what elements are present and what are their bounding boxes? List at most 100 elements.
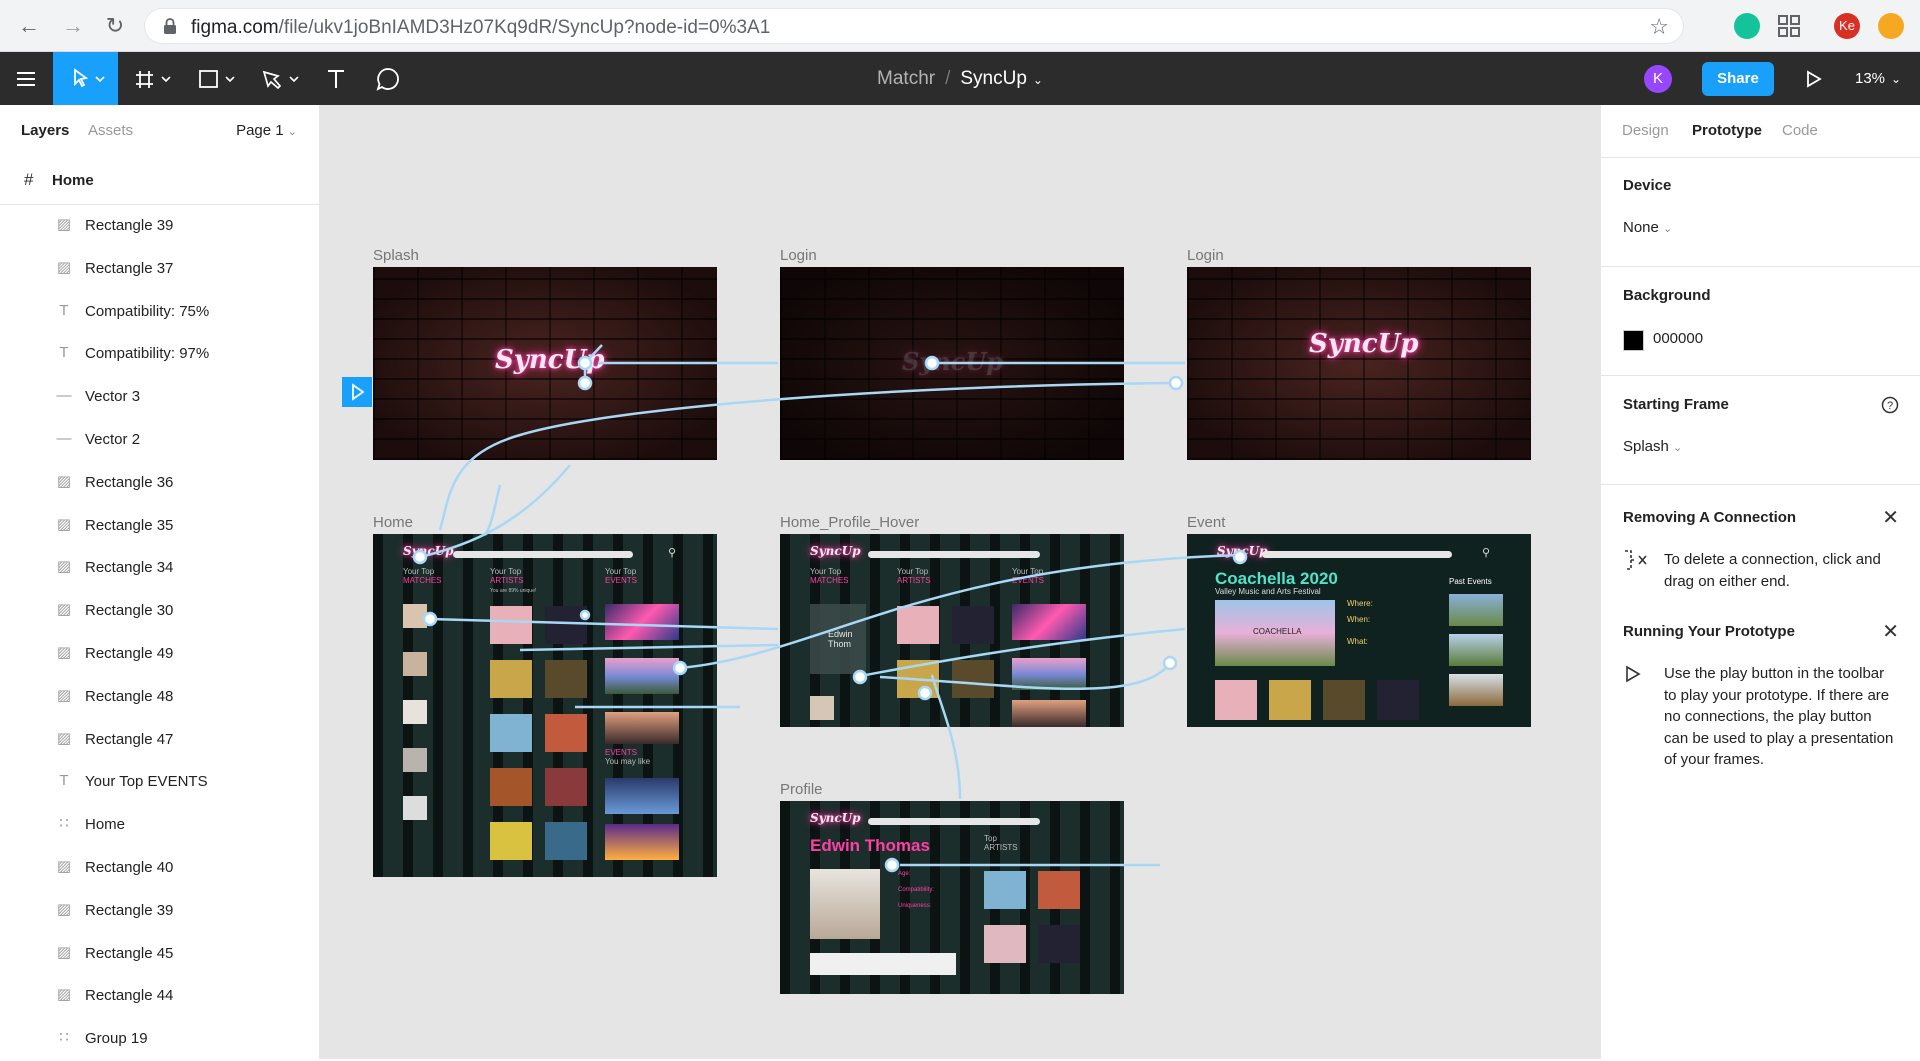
layer-item[interactable]: ▨ Rectangle 34 <box>0 547 320 590</box>
present-play-icon[interactable] <box>1796 52 1832 105</box>
frame-label-login[interactable]: Login <box>780 247 817 264</box>
frame-home[interactable]: SyncUp ⚲ Your Top MATCHES Your Top ARTISTS… <box>373 534 717 877</box>
frame-splash[interactable]: SyncUp <box>373 267 717 460</box>
event-thumb <box>605 824 679 860</box>
layer-item[interactable]: ▨ Rectangle 40 <box>0 847 320 890</box>
canvas[interactable]: Splash Login Login Home Home_Profile_Hov… <box>320 105 1600 1059</box>
layer-frame-home[interactable]: # Home <box>0 157 320 205</box>
extension-icon[interactable] <box>1878 13 1904 39</box>
tab-assets[interactable]: Assets <box>88 122 133 139</box>
syncup-logo: SyncUp <box>810 811 861 825</box>
forward-icon[interactable]: → <box>60 13 86 39</box>
layer-item[interactable]: ▨ Rectangle 30 <box>0 590 320 633</box>
url-text: figma.com/file/ukv1joBnIAMD3Hz07Kq9dR/Sy… <box>191 17 770 39</box>
star-icon[interactable]: ☆ <box>1649 14 1669 40</box>
user-avatar[interactable]: K <box>1644 65 1672 93</box>
frame-event[interactable]: SyncUp ⚲ Coachella 2020 Valley Music and… <box>1187 534 1531 727</box>
layer-item[interactable]: ▨ Rectangle 47 <box>0 719 320 762</box>
image-layer-icon: ▨ <box>56 258 72 276</box>
layer-item[interactable]: ∷ Home <box>0 804 320 847</box>
frame-label-profile[interactable]: Profile <box>780 781 823 798</box>
shape-tool-button[interactable] <box>192 52 244 105</box>
page-selector[interactable]: Page 1 ⌄ <box>236 122 297 139</box>
frame-label-login-2[interactable]: Login <box>1187 247 1224 264</box>
frame-label-splash[interactable]: Splash <box>373 247 419 264</box>
tab-design[interactable]: Design <box>1622 122 1669 139</box>
layer-item[interactable]: ▨ Rectangle 49 <box>0 633 320 676</box>
layer-item[interactable]: ▨ Rectangle 37 <box>0 248 320 291</box>
move-tool-button[interactable] <box>53 52 118 105</box>
back-icon[interactable]: ← <box>16 13 42 39</box>
layer-item[interactable]: T Your Top EVENTS <box>0 761 320 804</box>
artist-thumb <box>1038 871 1080 909</box>
layer-item[interactable]: ▨ Rectangle 35 <box>0 505 320 548</box>
apps-icon[interactable] <box>1776 13 1802 39</box>
hamburger-menu-icon[interactable] <box>0 52 52 105</box>
layer-item[interactable]: T Compatibility: 75% <box>0 291 320 334</box>
image-layer-icon: ▨ <box>56 986 72 1004</box>
layer-item[interactable]: ▨ Rectangle 45 <box>0 933 320 976</box>
past-events-label: Past Events <box>1449 577 1492 586</box>
artist-thumb <box>1269 680 1311 720</box>
title-separator: / <box>945 68 951 89</box>
grammarly-icon[interactable] <box>1734 13 1760 39</box>
profile-uniqueness: Uniqueness: <box>898 903 932 909</box>
profile-artists: ARTISTS <box>984 842 1018 852</box>
frame-label-home[interactable]: Home <box>373 514 413 531</box>
address-bar[interactable]: figma.com/file/ukv1joBnIAMD3Hz07Kq9dR/Sy… <box>144 8 1684 44</box>
close-icon[interactable]: ✕ <box>1882 505 1899 530</box>
past-event-thumb <box>1449 634 1503 666</box>
background-color-swatch[interactable] <box>1623 330 1644 351</box>
image-layer-icon: ▨ <box>56 558 72 576</box>
vector-layer-icon: — <box>56 387 72 405</box>
profile-avatar[interactable]: Ke <box>1834 13 1860 39</box>
layer-item[interactable]: — Vector 2 <box>0 419 320 462</box>
frame-profile[interactable]: SyncUp Edwin Thomas Top ARTISTS Age: Comp… <box>780 801 1124 994</box>
image-layer-icon: ▨ <box>56 900 72 918</box>
chevron-down-icon[interactable]: ⌄ <box>1033 73 1043 87</box>
file-name[interactable]: SyncUp <box>960 68 1027 89</box>
device-dropdown[interactable]: None ⌄ <box>1623 219 1672 236</box>
starting-frame-flag[interactable] <box>342 377 372 407</box>
background-section: Background 000000 <box>1601 266 1920 375</box>
artist-thumb <box>984 925 1026 963</box>
layer-item[interactable]: ▨ Rectangle 44 <box>0 975 320 1018</box>
layer-item[interactable]: ▨ Rectangle 39 <box>0 205 320 248</box>
artist-thumb <box>490 606 532 644</box>
pen-tool-button[interactable] <box>256 52 308 105</box>
frame-login[interactable]: SyncUp <box>780 267 1124 460</box>
connection-node <box>1168 375 1184 391</box>
background-hex-input[interactable]: 000000 <box>1653 330 1703 347</box>
image-layer-icon: ▨ <box>56 729 72 747</box>
layer-name: Rectangle 39 <box>85 901 174 919</box>
share-button[interactable]: Share <box>1702 62 1774 96</box>
comment-tool-icon[interactable] <box>368 52 408 105</box>
layer-item[interactable]: ∷ Group 19 <box>0 1018 320 1061</box>
frame-label-home-profile-hover[interactable]: Home_Profile_Hover <box>780 514 919 531</box>
text-tool-icon[interactable] <box>316 52 356 105</box>
layer-item[interactable]: T Compatibility: 97% <box>0 333 320 376</box>
close-icon[interactable]: ✕ <box>1882 619 1899 644</box>
artist-thumb <box>545 714 587 752</box>
frame-login-2[interactable]: SyncUp <box>1187 267 1531 460</box>
tab-layers[interactable]: Layers <box>21 122 69 139</box>
layer-item[interactable]: — Vector 3 <box>0 376 320 419</box>
frame-home-profile-hover[interactable]: SyncUp Your Top MATCHES Your Top ARTISTS Y… <box>780 534 1124 727</box>
reload-icon[interactable]: ↻ <box>102 13 128 39</box>
tab-code[interactable]: Code <box>1782 122 1818 139</box>
artists-top: Your Top <box>490 567 522 576</box>
layer-item[interactable]: ▨ Rectangle 39 <box>0 890 320 933</box>
project-name[interactable]: Matchr <box>877 68 935 89</box>
help-icon[interactable]: ? <box>1881 396 1899 414</box>
frame-label-event[interactable]: Event <box>1187 514 1225 531</box>
match-avatar <box>403 700 427 724</box>
frame-tool-button[interactable] <box>128 52 180 105</box>
layer-item[interactable]: ▨ Rectangle 36 <box>0 462 320 505</box>
starting-frame-dropdown[interactable]: Splash ⌄ <box>1623 438 1682 455</box>
layer-item[interactable]: ▨ Rectangle 48 <box>0 676 320 719</box>
syncup-logo: SyncUp <box>1309 329 1419 359</box>
tab-prototype[interactable]: Prototype <box>1692 122 1762 139</box>
zoom-dropdown[interactable]: 13% ⌄ <box>1855 52 1901 105</box>
events-label: EVENTS <box>1012 575 1045 585</box>
running-heading: Running Your Prototype <box>1623 623 1795 640</box>
